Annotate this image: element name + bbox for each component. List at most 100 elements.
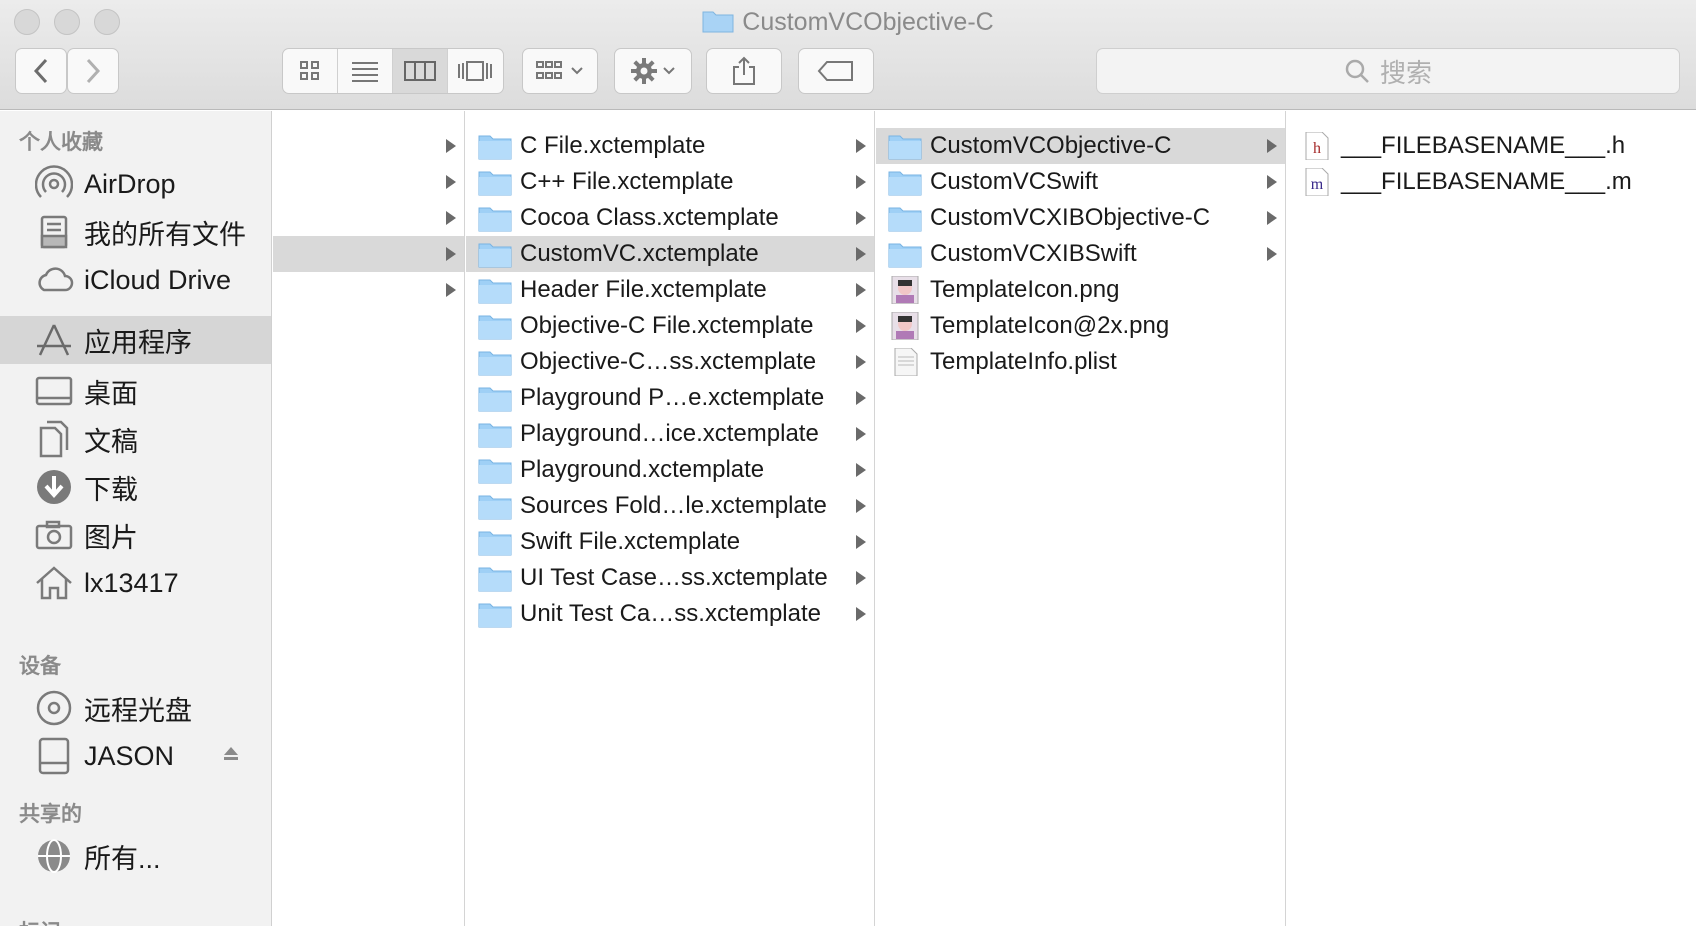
disclosure-arrow-icon	[1267, 175, 1277, 189]
list-item[interactable]: Header File.xctemplate	[466, 272, 874, 308]
tags-button[interactable]	[798, 48, 874, 94]
list-item[interactable]: m ___FILEBASENAME___.m	[1287, 164, 1695, 200]
sidebar-item-desktop[interactable]: 桌面	[0, 367, 271, 415]
list-item[interactable]: Objective-C File.xctemplate	[466, 308, 874, 344]
list-item[interactable]: Playground…ice.xctemplate	[466, 416, 874, 452]
list-item-selected[interactable]: CustomVCObjective-C	[876, 128, 1285, 164]
arrange-menu-button[interactable]	[522, 48, 598, 94]
list-view-button[interactable]	[338, 49, 393, 93]
list-item[interactable]: Objective-C…ss.xctemplate	[466, 344, 874, 380]
action-menu-button[interactable]	[614, 48, 692, 94]
disclosure-arrow-icon	[446, 247, 456, 261]
list-item[interactable]: TemplateInfo.plist	[876, 344, 1285, 380]
folder-icon	[478, 387, 512, 412]
list-item-selected[interactable]: CustomVC.xctemplate	[466, 236, 874, 272]
list-item[interactable]: CustomVCXIBSwift	[876, 236, 1285, 272]
disclosure-arrow-icon	[446, 175, 456, 189]
folder-icon	[478, 207, 512, 232]
eject-icon[interactable]	[223, 746, 239, 762]
list-item[interactable]: Cocoa Class.xctemplate	[466, 200, 874, 236]
list-item[interactable]: C File.xctemplate	[466, 128, 874, 164]
svg-text:m: m	[1311, 176, 1324, 193]
disclosure-arrow-icon	[1267, 247, 1277, 261]
list-item[interactable]: Sources Fold…le.xctemplate	[466, 488, 874, 524]
disclosure-arrow-icon	[856, 571, 866, 585]
sidebar-item-remote-disc[interactable]: 远程光盘	[0, 684, 271, 732]
disclosure-arrow-icon	[856, 427, 866, 441]
list-item[interactable]	[273, 128, 464, 164]
list-item[interactable]	[273, 200, 464, 236]
list-item[interactable]: TemplateIcon@2x.png	[876, 308, 1285, 344]
browser-column-3: CustomVCObjective-C CustomVCSwift CustomVC…	[876, 111, 1286, 926]
file-name: Playground P…e.xctemplate	[520, 384, 825, 411]
list-item[interactable]	[273, 164, 464, 200]
sidebar-item-downloads[interactable]: 下载	[0, 463, 271, 511]
sidebar-item-documents[interactable]: 文稿	[0, 415, 271, 463]
sidebar-item-label: 桌面	[84, 378, 138, 409]
folder-icon	[702, 11, 734, 33]
list-item[interactable]: C++ File.xctemplate	[466, 164, 874, 200]
cover-flow-button[interactable]	[448, 49, 503, 93]
file-name: UI Test Case…ss.xctemplate	[520, 564, 828, 591]
list-item[interactable]: Playground.xctemplate	[466, 452, 874, 488]
folder-icon	[888, 135, 922, 160]
disclosure-arrow-icon	[1267, 211, 1277, 225]
sidebar-item-label: 远程光盘	[84, 695, 192, 726]
browser-column-2: C File.xctemplate C++ File.xctemplate Coco…	[466, 111, 875, 926]
folder-icon	[478, 495, 512, 520]
sidebar-item-label: JASON	[84, 740, 175, 771]
list-item[interactable]: UI Test Case…ss.xctemplate	[466, 560, 874, 596]
folder-icon	[478, 279, 512, 304]
column-view-button[interactable]	[393, 49, 448, 93]
folder-icon	[478, 135, 512, 160]
window-title: CustomVCObjective-C	[742, 8, 994, 36]
file-name: ___FILEBASENAME___.m	[1341, 168, 1632, 195]
sidebar-item-label: 下载	[84, 474, 138, 505]
image-file-icon	[891, 312, 919, 340]
list-item-selected[interactable]	[273, 236, 464, 272]
sidebar-item-home[interactable]: lx13417	[0, 559, 271, 607]
sidebar-item-applications[interactable]: 应用程序	[0, 316, 271, 364]
sidebar-item-all-files[interactable]: 我的所有文件	[0, 208, 271, 256]
chevron-left-icon	[33, 58, 48, 84]
m-source-file-icon: m	[1305, 168, 1329, 196]
file-name: Header File.xctemplate	[520, 276, 767, 303]
list-item[interactable]: TemplateIcon.png	[876, 272, 1285, 308]
list-item[interactable]: Unit Test Ca…ss.xctemplate	[466, 596, 874, 632]
sidebar-item-all-shared[interactable]: 所有...	[0, 832, 271, 880]
arrange-icon	[536, 61, 562, 79]
back-button[interactable]	[15, 48, 67, 94]
list-item[interactable]: CustomVCSwift	[876, 164, 1285, 200]
icon-view-button[interactable]	[283, 49, 338, 93]
camera-icon	[32, 513, 76, 557]
network-icon	[32, 834, 76, 878]
browser-column-4: h ___FILEBASENAME___.hm ___FILEBASENAME___…	[1287, 111, 1696, 926]
file-name: C++ File.xctemplate	[520, 168, 734, 195]
forward-button[interactable]	[67, 48, 119, 94]
search-icon	[1345, 59, 1369, 83]
folder-icon	[888, 207, 922, 232]
list-item[interactable]: CustomVCXIBObjective-C	[876, 200, 1285, 236]
chevron-right-icon	[86, 58, 101, 84]
h-source-file-icon: h	[1305, 132, 1329, 160]
share-button[interactable]	[706, 48, 782, 94]
sidebar-item-airdrop[interactable]: AirDrop	[0, 160, 271, 208]
sidebar-section-shared: 共享的	[19, 803, 82, 826]
home-icon	[32, 561, 76, 605]
sidebar-item-jason[interactable]: JASON	[0, 732, 271, 780]
disclosure-arrow-icon	[856, 283, 866, 297]
sidebar-item-icloud[interactable]: iCloud Drive	[0, 256, 271, 304]
file-name: CustomVC.xctemplate	[520, 240, 759, 267]
list-item[interactable]: Playground P…e.xctemplate	[466, 380, 874, 416]
folder-icon	[478, 423, 512, 448]
disclosure-arrow-icon	[856, 355, 866, 369]
file-name: Sources Fold…le.xctemplate	[520, 492, 827, 519]
sidebar-item-pictures[interactable]: 图片	[0, 511, 271, 559]
list-item[interactable]	[273, 272, 464, 308]
search-field[interactable]: 搜索	[1096, 48, 1680, 94]
list-item[interactable]: h ___FILEBASENAME___.h	[1287, 128, 1695, 164]
list-item[interactable]: Swift File.xctemplate	[466, 524, 874, 560]
folder-icon	[478, 351, 512, 376]
folder-icon	[888, 171, 922, 196]
sidebar-item-label: 我的所有文件	[84, 219, 246, 250]
